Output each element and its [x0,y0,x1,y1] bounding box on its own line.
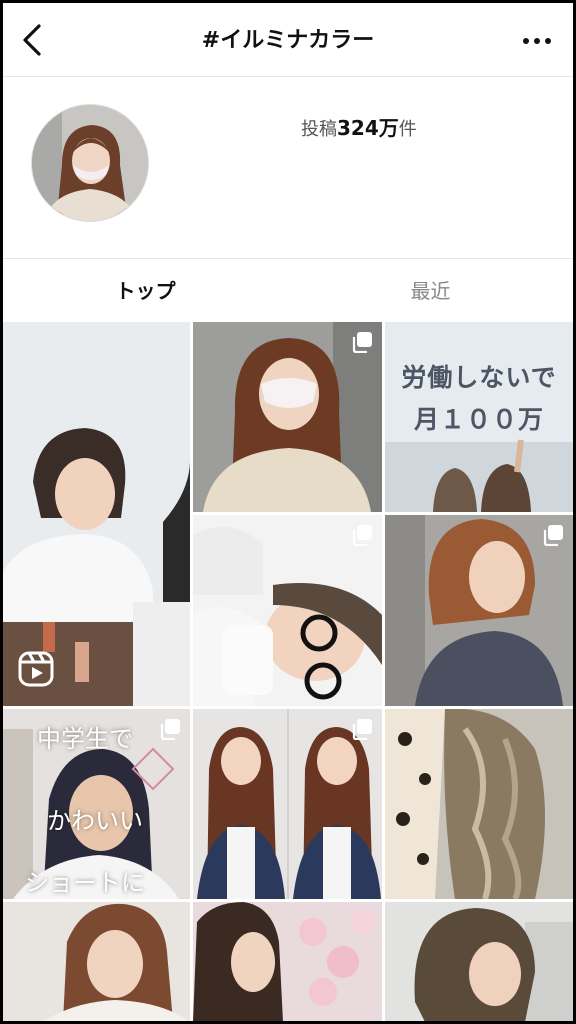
overlay-text-line1: 労働しないで [401,363,557,392]
tab-top[interactable]: トップ [3,259,288,322]
grid-post-text[interactable]: 労働しないで 月１００万 [385,322,573,512]
carousel-icon [352,332,372,353]
back-button[interactable] [17,23,47,57]
reels-icon [18,651,54,687]
more-options-button[interactable] [517,25,557,57]
grid-post[interactable] [385,515,573,706]
grid-post[interactable] [193,515,382,706]
hashtag-summary: 投稿324万件 [3,78,573,258]
carousel-icon [352,525,372,546]
overlay-text-line2: かわいい [47,807,143,835]
overlay-text-line1: 中学生で [37,725,133,753]
grid-post[interactable] [193,709,382,899]
overlay-text-line3: ショートに [25,869,145,897]
grid-post[interactable] [385,902,573,1021]
screen: #イルミナカラー 投稿324万件 トップ 最近 労働しないで 月１００万 中学生… [3,3,573,1021]
grid-post-reel[interactable] [3,322,190,706]
carousel-icon [352,719,372,740]
carousel-icon [160,719,180,740]
chevron-left-icon [23,24,41,56]
tab-recent[interactable]: 最近 [288,259,573,322]
top-bar: #イルミナカラー [3,3,573,77]
post-count: 投稿324万件 [301,112,417,141]
post-count-number: 324万 [337,116,399,140]
overlay-text-line2: 月１００万 [413,405,544,434]
grid-post[interactable] [385,709,573,899]
grid-post-text[interactable]: 中学生で かわいい ショートに [3,709,190,899]
page-title: #イルミナカラー [201,28,375,53]
feed-tabs: トップ 最近 [3,258,573,322]
more-horizontal-icon [523,38,551,44]
grid-post[interactable] [193,902,382,1021]
post-count-suffix: 件 [398,119,417,140]
hashtag-avatar[interactable] [31,104,149,222]
post-count-prefix: 投稿 [301,119,337,140]
carousel-icon [543,525,563,546]
grid-post[interactable] [193,322,382,512]
post-grid: 労働しないで 月１００万 中学生で かわいい ショートに [3,322,573,1021]
grid-post[interactable] [3,902,190,1021]
